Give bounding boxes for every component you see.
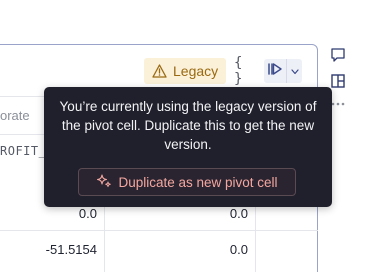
app-root: Legacy { } orate ROFIT_ 0.0 0.0 -51.5154… — [0, 0, 377, 272]
table-cell[interactable]: 0.0 — [104, 206, 248, 221]
warning-triangle-icon — [152, 64, 167, 78]
legacy-label: Legacy — [173, 63, 219, 79]
comment-icon[interactable] — [329, 46, 347, 64]
run-button[interactable] — [264, 59, 286, 83]
duplicate-as-new-pivot-button[interactable]: Duplicate as new pivot cell — [78, 168, 296, 196]
legacy-badge[interactable]: Legacy — [144, 58, 227, 84]
table-row-divider — [0, 230, 318, 231]
layout-icon[interactable] — [329, 72, 347, 90]
braces-icon[interactable]: { } — [234, 55, 256, 87]
run-icon — [267, 62, 283, 81]
column-header[interactable]: orate — [0, 98, 30, 132]
table-cell[interactable]: -51.5154 — [0, 242, 97, 257]
duplicate-button-label: Duplicate as new pivot cell — [118, 174, 278, 190]
run-options-dropdown[interactable] — [286, 59, 302, 83]
column-subheader[interactable]: ROFIT_ — [0, 138, 46, 164]
chevron-down-icon — [290, 62, 299, 80]
table-cell[interactable]: 0.0 — [104, 242, 248, 257]
column-divider — [255, 200, 256, 272]
table-cell[interactable]: 0.0 — [0, 206, 97, 221]
sparkle-icon — [96, 173, 112, 192]
tooltip-message: You’re currently using the legacy versio… — [59, 99, 317, 152]
